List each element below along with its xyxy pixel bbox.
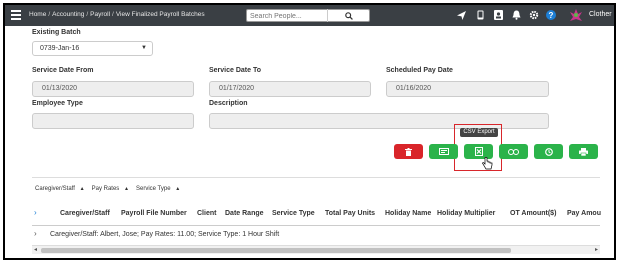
scrollbar-thumb[interactable] [41, 248, 511, 253]
breadcrumb-accounting[interactable]: Accounting [52, 11, 84, 18]
column-header[interactable]: Holiday Name [385, 210, 431, 217]
sort-up-icon: ▴ [176, 186, 180, 192]
search-button[interactable] [327, 9, 369, 22]
expand-all-chevron-icon[interactable]: › [34, 208, 37, 217]
gear-icon[interactable] [529, 10, 539, 20]
group-chip-label: Service Type [135, 186, 171, 192]
column-header[interactable]: OT Amount($) [510, 210, 556, 217]
clock-icon [544, 147, 553, 156]
trash-icon [405, 147, 412, 156]
print-button[interactable] [569, 144, 598, 159]
hand-cursor-icon [482, 157, 493, 170]
scroll-left-icon[interactable]: ◂ [34, 246, 37, 255]
breadcrumb-separator: / [112, 11, 114, 18]
column-header[interactable]: Payroll File Number [121, 210, 187, 217]
clock-button[interactable] [534, 144, 563, 159]
company-logo-icon [569, 8, 583, 22]
search-icon [344, 11, 353, 20]
quickbooks-button[interactable] [499, 144, 528, 159]
existing-batch-label: Existing Batch [32, 29, 81, 36]
scheduled-pay-date-label: Scheduled Pay Date [386, 67, 453, 74]
service-date-to-label: Service Date To [209, 67, 262, 74]
column-header[interactable]: Service Type [272, 210, 315, 217]
service-date-to-field[interactable]: 01/17/2020 [209, 81, 371, 97]
card-icon [438, 148, 449, 155]
export-button[interactable] [429, 144, 458, 159]
group-chip-label: Pay Rates [91, 186, 120, 192]
horizontal-scrollbar[interactable]: ◂ ▸ [32, 245, 600, 254]
excel-icon [474, 147, 483, 156]
service-date-from-field[interactable]: 01/13/2020 [32, 81, 194, 97]
scroll-right-icon[interactable]: ▸ [595, 246, 598, 255]
section-divider [32, 177, 600, 178]
column-header[interactable]: Caregiver/Staff [60, 210, 110, 217]
qb-icon [508, 148, 519, 155]
send-icon[interactable] [456, 10, 466, 20]
sort-up-icon: ▴ [124, 186, 128, 192]
column-header[interactable]: Holiday Multiplier [437, 210, 495, 217]
column-header[interactable]: Date Range [225, 210, 264, 217]
group-panel: Caregiver/Staff ▴ Pay Rates ▴ Service Type… [35, 185, 187, 192]
print-icon [579, 147, 588, 156]
group-chip[interactable]: Caregiver/Staff ▴ [35, 185, 88, 192]
phone-icon[interactable] [475, 10, 485, 20]
help-icon[interactable]: ? [546, 10, 556, 20]
sort-up-icon: ▴ [80, 186, 84, 192]
delete-button[interactable] [394, 144, 423, 159]
breadcrumb-separator: / [48, 11, 51, 18]
column-header[interactable]: Client [197, 210, 216, 217]
app-window: Home / Accounting / Payroll / View Finalized P… [3, 3, 616, 260]
menu-icon[interactable] [11, 10, 21, 20]
breadcrumb-current: View Finalized Payroll Batches [115, 11, 205, 18]
group-row[interactable]: Caregiver/Staff: Albert, Jose; Pay Rates… [50, 231, 279, 238]
group-chip-label: Caregiver/Staff [35, 186, 75, 192]
bell-icon[interactable] [511, 10, 521, 20]
breadcrumb: Home / Accounting / Payroll / View Finalized P… [29, 11, 205, 18]
contact-card-icon[interactable] [493, 10, 503, 20]
service-date-from-label: Service Date From [32, 67, 94, 74]
breadcrumb-home[interactable]: Home [29, 11, 46, 18]
csv-export-tooltip: CSV Export [460, 128, 498, 137]
row-expand-chevron-icon[interactable]: › [34, 229, 37, 238]
search-input[interactable] [250, 11, 320, 21]
column-header[interactable]: Total Pay Units [325, 210, 375, 217]
top-bar: Home / Accounting / Payroll / View Finalized P… [5, 5, 614, 26]
existing-batch-select[interactable]: 0739-Jan-16 ▼ [32, 41, 153, 56]
svg-text:?: ? [549, 11, 554, 20]
existing-batch-value: 0739-Jan-16 [40, 45, 80, 52]
scheduled-pay-date-field[interactable]: 01/16/2020 [386, 81, 549, 97]
search-box [246, 9, 370, 22]
breadcrumb-separator: / [86, 11, 89, 18]
employee-type-field[interactable] [32, 113, 194, 129]
column-header[interactable]: Pay Amou [567, 210, 601, 217]
breadcrumb-payroll[interactable]: Payroll [90, 11, 110, 18]
description-label: Description [209, 100, 248, 107]
chevron-down-icon: ▼ [141, 45, 147, 51]
user-name[interactable]: Clother [589, 11, 612, 18]
header-divider [32, 225, 600, 226]
employee-type-label: Employee Type [32, 100, 83, 107]
group-chip[interactable]: Service Type ▴ [136, 185, 183, 192]
group-chip[interactable]: Pay Rates ▴ [92, 185, 132, 192]
